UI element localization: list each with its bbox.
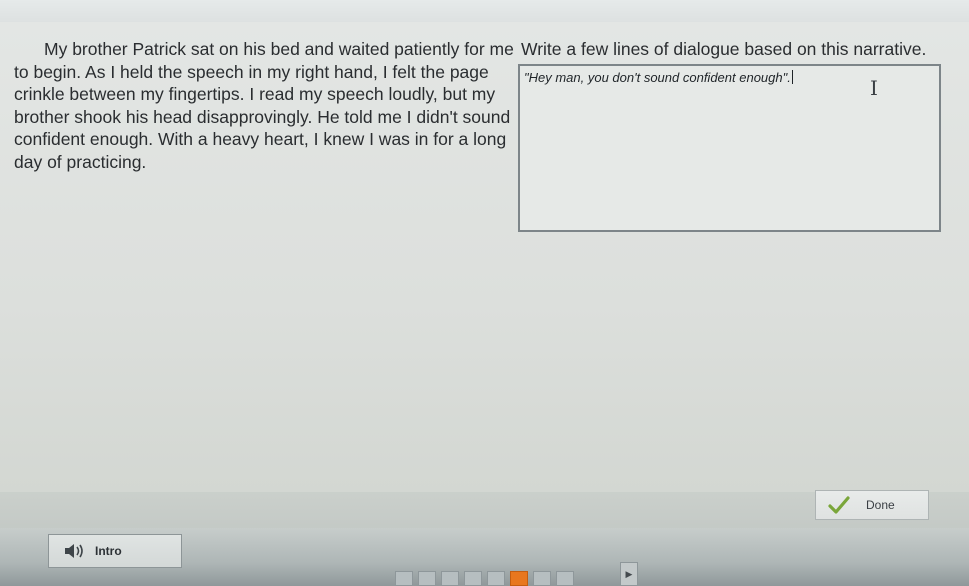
check-icon [828, 496, 850, 514]
top-strip [0, 0, 969, 22]
progress-segment [533, 571, 551, 586]
progress-segment [487, 571, 505, 586]
progress-indicator [395, 571, 574, 586]
progress-segment [464, 571, 482, 586]
text-caret [791, 70, 793, 84]
done-button[interactable]: Done [815, 490, 929, 520]
dialogue-response-text: "Hey man, you don't sound confident enou… [524, 70, 791, 85]
speaker-icon [65, 544, 83, 558]
activity-prompt: Write a few lines of dialogue based on t… [521, 39, 927, 59]
done-label: Done [866, 498, 895, 512]
dialogue-response-field[interactable]: "Hey man, you don't sound confident enou… [518, 64, 941, 232]
progress-segment [418, 571, 436, 586]
narrative-passage: My brother Patrick sat on his bed and wa… [14, 39, 514, 172]
text-cursor-icon: I [870, 76, 878, 100]
progress-segment [556, 571, 574, 586]
intro-label: Intro [95, 544, 122, 558]
intro-button[interactable]: Intro [48, 534, 182, 568]
progress-segment [510, 571, 528, 586]
next-button[interactable]: ▶ [620, 562, 638, 586]
progress-segment [395, 571, 413, 586]
play-arrow-icon: ▶ [625, 568, 633, 579]
progress-segment [441, 571, 459, 586]
dialogue-response-value[interactable]: "Hey man, you don't sound confident enou… [524, 70, 793, 85]
